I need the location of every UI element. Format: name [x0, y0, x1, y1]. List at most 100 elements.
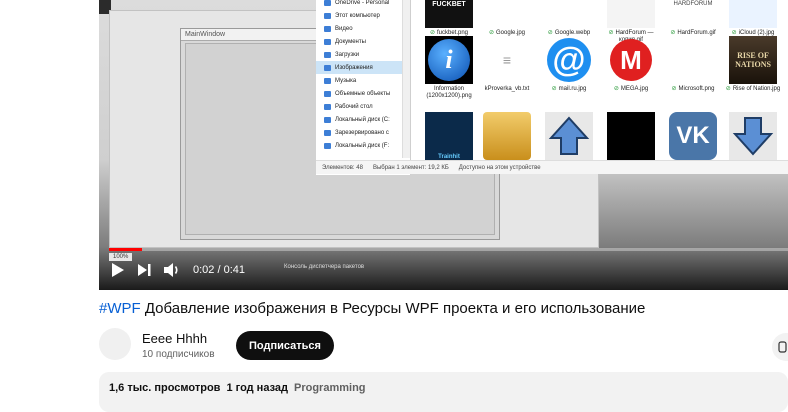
next-button[interactable] — [137, 263, 151, 277]
file-name: Rise of Nation.jpg — [732, 86, 781, 92]
subscriber-count: 10 подписчиков — [142, 349, 215, 360]
channel-name[interactable]: Eeee Hhhh — [142, 331, 207, 346]
mega-icon: M — [610, 39, 652, 81]
explorer-tree-item[interactable]: Зарезервировано с — [316, 126, 410, 139]
explorer-tree-label: Объемные объекты — [335, 90, 391, 97]
arrow-up-icon — [545, 112, 593, 160]
vk-logo-icon: VK — [669, 112, 717, 160]
explorer-tree-label: Видео — [335, 25, 353, 32]
video-meta: 1,6 тыс. просмотров 1 год назад Programm… — [109, 382, 366, 394]
file-item: ⊘ Microsoft.png — [663, 36, 723, 93]
video-player[interactable]: MainWindow OneDrive - Personal Этот компь… — [99, 0, 788, 290]
info-thumbnail: i — [425, 36, 473, 84]
explorer-tree-label: Локальный диск (F: — [335, 142, 390, 149]
category-link[interactable]: Programming — [294, 382, 366, 394]
play-icon — [112, 263, 124, 277]
explorer-tree-item[interactable]: Загрузки — [316, 48, 410, 61]
file-name: kProverka_vb.txt — [484, 86, 530, 92]
mega-thumbnail: M — [607, 36, 655, 84]
file-item: HARDFORUM ⊘ HardForum.gif — [663, 0, 723, 37]
progress-bar[interactable] — [109, 248, 788, 251]
file-item — [539, 112, 599, 162]
explorer-tree-item[interactable]: OneDrive - Personal — [316, 0, 410, 9]
folder-icon — [324, 90, 331, 97]
black-thumbnail — [607, 112, 655, 160]
explorer-tree-item[interactable]: Музыка — [316, 74, 410, 87]
time-display: 0:02 / 0:41 — [193, 264, 245, 276]
folder-icon — [324, 129, 331, 136]
folder-icon — [324, 142, 331, 149]
arrow-down-icon — [729, 112, 777, 160]
game-thumbnail: RISE OF NATIONS — [729, 36, 777, 84]
mailru-thumbnail: @ — [545, 36, 593, 84]
explorer-tree-item[interactable]: Рабочий стол — [316, 100, 410, 113]
explorer-tree-item[interactable]: Этот компьютер — [316, 9, 410, 22]
file-item — [477, 112, 537, 162]
file-name: Microsoft.png — [678, 86, 715, 92]
sync-check-icon: ⊘ — [613, 86, 619, 92]
file-item: VK — [663, 112, 723, 162]
file-thumbnail: HARDFORUM — [669, 0, 717, 28]
explorer-tree-label: Документы — [335, 38, 366, 45]
file-item: ≡ kProverka_vb.txt — [477, 36, 537, 93]
explorer-tree-item[interactable]: Изображения — [316, 61, 410, 74]
explorer-tree-item[interactable]: Видео — [316, 22, 410, 35]
folder-icon — [324, 51, 331, 58]
explorer-tree-item[interactable]: Документы — [316, 35, 410, 48]
upload-date: 1 год назад — [226, 382, 288, 394]
file-item — [601, 112, 661, 162]
channel-avatar[interactable] — [99, 328, 131, 360]
info-icon: i — [428, 39, 470, 81]
explorer-status-bar: Элементов: 48 Выбран 1 элемент: 19,2 КБ … — [316, 160, 788, 174]
file-thumbnail — [729, 0, 777, 28]
sync-check-icon: ⊘ — [671, 86, 677, 92]
explorer-tree-label: Изображения — [335, 64, 373, 71]
explorer-tree-label: Этот компьютер — [335, 12, 380, 19]
status-count: Элементов: 48 — [322, 164, 363, 171]
folder-icon — [324, 116, 331, 123]
file-thumbnail: Trainhit — [425, 112, 473, 160]
file-item: ⊘ iCloud (2).jpg — [723, 0, 783, 37]
file-item: Trainhit — [419, 112, 479, 162]
video-title-text: Добавление изображения в Ресурсы WPF про… — [140, 300, 646, 317]
volume-icon — [164, 263, 178, 277]
like-button[interactable] — [772, 333, 788, 361]
file-item: i Information (1200x1200).png — [419, 36, 479, 100]
progress-played — [109, 248, 143, 251]
explorer-file-grid: FUCKBET ⊘ fuckbet.png ⊘ Google.jpg ⊘ Google… — [411, 0, 788, 160]
file-item: @ ⊘ mail.ru.jpg — [539, 36, 599, 93]
microsoft-logo-icon — [669, 36, 717, 84]
explorer-tree-item[interactable]: Объемные объекты — [316, 87, 410, 100]
file-name: MEGA.jpg — [620, 86, 649, 92]
folder-icon — [324, 12, 331, 19]
file-item: M ⊘ MEGA.jpg — [601, 36, 661, 93]
explorer-tree: OneDrive - Personal Этот компьютер Видео До… — [316, 0, 410, 152]
explorer-tree-label: Загрузки — [335, 51, 360, 58]
explorer-tree-label: Локальный диск (C: — [335, 116, 390, 123]
play-button[interactable] — [111, 262, 125, 278]
text-file-icon: ≡ — [483, 36, 531, 84]
google-thumbnail — [483, 0, 531, 28]
explorer-tree-item[interactable]: Локальный диск (F: — [316, 139, 410, 152]
file-name: mail.ru.jpg — [558, 86, 587, 92]
status-selected: Выбран 1 элемент: 19,2 КБ — [372, 164, 449, 171]
at-icon: @ — [547, 38, 591, 82]
thumbs-up-icon — [778, 341, 787, 353]
folder-icon — [324, 38, 331, 45]
hashtag-link[interactable]: #WPF — [99, 300, 141, 317]
status-available: Доступно на этом устройстве — [458, 164, 541, 171]
package-console-label: Консоль диспетчера пакетов — [284, 264, 365, 270]
file-item: FUCKBET ⊘ fuckbet.png — [419, 0, 479, 37]
explorer-tree-item[interactable]: Локальный диск (C: — [316, 113, 410, 126]
google-thumbnail — [545, 0, 593, 28]
explorer-tree-label: Музыка — [335, 77, 357, 84]
view-count: 1,6 тыс. просмотров — [109, 382, 221, 394]
volume-button[interactable] — [163, 262, 181, 278]
file-item: RISE OF NATIONS ⊘ Rise of Nation.jpg — [723, 36, 783, 93]
file-item: ⊘ Google.jpg — [477, 0, 537, 37]
folder-icon — [324, 0, 331, 6]
file-thumbnail — [607, 0, 655, 28]
explorer-tree-label: OneDrive - Personal — [335, 0, 390, 6]
subscribe-button[interactable]: Подписаться — [236, 331, 334, 360]
folder-icon — [324, 25, 331, 32]
